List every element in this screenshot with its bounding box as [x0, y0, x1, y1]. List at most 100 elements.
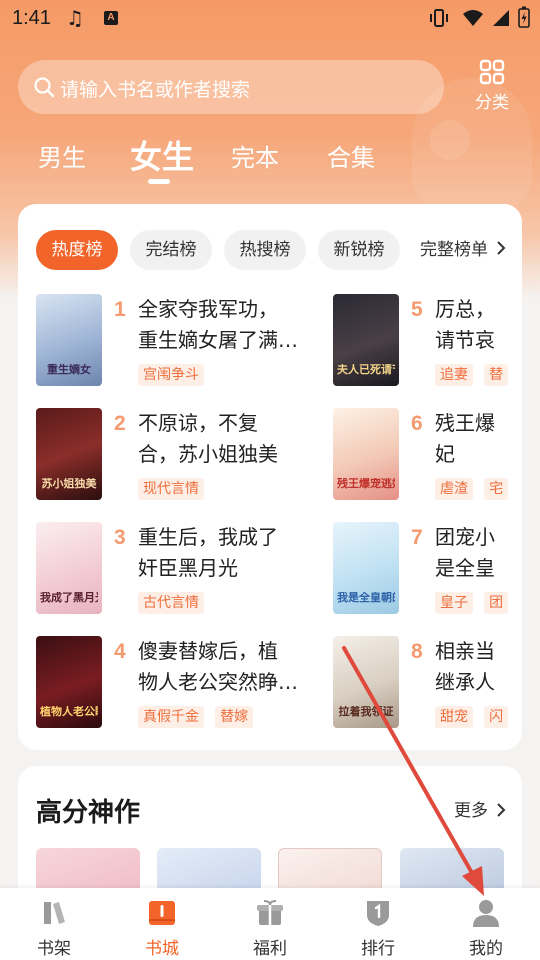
tab-indicator [148, 179, 170, 184]
rank-number: 3 [114, 526, 126, 549]
book-tag: 真假千金 [138, 706, 204, 728]
book-tag: 替嫁 [215, 706, 254, 728]
chip-completed-ranking[interactable]: 完结榜 [130, 230, 212, 270]
wifi-icon [463, 10, 483, 26]
search-placeholder: 请输入书名或作者搜索 [60, 79, 251, 101]
tab-collections[interactable]: 合集 [327, 138, 375, 173]
book-title: 不原谅，不复 合，苏小姐独美 [138, 411, 278, 466]
book-cover: 残王爆宠逃妃 [333, 408, 399, 500]
book-item[interactable]: 苏小姐独美 2 不原谅，不复 合，苏小姐独美 现代言情 [36, 408, 326, 500]
rank-number: 4 [114, 640, 126, 663]
book-tags: 真假千金 替嫁 [138, 706, 259, 728]
book-cover: 拉着我领证 [333, 636, 399, 728]
book-tag: 古代言情 [138, 592, 204, 614]
book-tag: 团 [484, 592, 509, 614]
rank-number: 8 [411, 640, 423, 663]
music-note-icon: ♫ [66, 6, 84, 30]
chip-new-ranking[interactable]: 新锐榜 [318, 230, 400, 270]
book-cover: 苏小姐独美 [36, 408, 102, 500]
book-tags: 虐渣 宅 [435, 478, 514, 500]
book-item[interactable]: 我成了黑月光 3 重生后，我成了 奸臣黑月光 古代言情 [36, 522, 326, 614]
book-cover-title: 夫人已死请节哀 [337, 364, 395, 376]
nav-label: 我的 [469, 939, 503, 959]
search-icon [34, 77, 55, 98]
book-cover-title: 重生嫡女 [47, 364, 91, 376]
rank-number: 5 [411, 298, 423, 321]
input-method-icon: A [104, 11, 118, 25]
book-cover: 植物人老公睁开眼 [36, 636, 102, 728]
category-button[interactable]: 分类 [466, 58, 518, 118]
chip-hot-ranking[interactable]: 热度榜 [36, 230, 118, 270]
nav-bookstore[interactable]: 书城 [108, 888, 216, 960]
nav-label: 书架 [37, 939, 71, 959]
book-item[interactable]: 我是全皇朝的宝 7 团宠小 是全皇 皇子 团 [333, 522, 522, 614]
status-bar: 1:41 ♫ A [0, 0, 540, 38]
book-title: 重生后，我成了 奸臣黑月光 [138, 525, 278, 580]
book-tag: 皇子 [435, 592, 473, 614]
rank-number: 6 [411, 412, 423, 435]
book-title: 厉总， 请节哀 [435, 297, 495, 352]
ranking-card: 热度榜 完结榜 热搜榜 新锐榜 完整榜单 重生嫡女 1 全家夺我军功， 重生嫡女… [18, 204, 522, 750]
rank-number: 1 [114, 298, 126, 321]
gift-icon [257, 900, 283, 925]
book-tags: 甜宠 闪 [435, 706, 514, 728]
nav-ranking[interactable]: 排行 [324, 888, 432, 960]
chevron-right-icon [497, 803, 506, 817]
book-tags: 皇子 团 [435, 592, 514, 614]
book-cover-title: 植物人老公睁开眼 [40, 706, 98, 718]
chip-full-ranking[interactable]: 完整榜单 [420, 230, 488, 270]
category-label: 分类 [475, 93, 509, 113]
book-item[interactable]: 拉着我领证 8 相亲当 继承人 甜宠 闪 [333, 636, 522, 728]
book-tags: 宫闱争斗 [138, 364, 210, 386]
nav-bookshelf[interactable]: 书架 [0, 888, 108, 960]
book-tags: 古代言情 [138, 592, 210, 614]
book-tags: 追妻 替 [435, 364, 514, 386]
tab-completed[interactable]: 完本 [231, 138, 279, 173]
book-cover: 重生嫡女 [36, 294, 102, 386]
grid-icon [479, 59, 505, 85]
book-tag: 宅 [484, 478, 509, 500]
nav-label: 福利 [253, 939, 287, 959]
rank-number: 2 [114, 412, 126, 435]
search-input[interactable]: 请输入书名或作者搜索 [18, 60, 444, 114]
book-tag: 闪 [484, 706, 509, 728]
bookstore-icon [149, 901, 175, 925]
book-tag: 追妻 [435, 364, 473, 386]
book-item[interactable]: 夫人已死请节哀 5 厉总， 请节哀 追妻 替 [333, 294, 522, 386]
battery-charging-icon [518, 6, 530, 28]
book-item[interactable]: 重生嫡女 1 全家夺我军功， 重生嫡女屠了满… 宫闱争斗 [36, 294, 326, 386]
book-cover-title: 苏小姐独美 [41, 478, 97, 490]
bookshelf-icon [44, 902, 65, 924]
tab-female[interactable]: 女生 [130, 132, 194, 178]
section-title: 高分神作 [36, 798, 141, 828]
book-title: 全家夺我军功， 重生嫡女屠了满… [138, 297, 298, 352]
signal-icon [493, 10, 509, 26]
rank-number: 7 [411, 526, 423, 549]
status-time: 1:41 [12, 7, 51, 29]
book-item[interactable]: 残王爆宠逃妃 6 残王爆 妃 虐渣 宅 [333, 408, 522, 500]
nav-welfare[interactable]: 福利 [216, 888, 324, 960]
more-link[interactable]: 更多 [454, 796, 488, 821]
book-cover: 我成了黑月光 [36, 522, 102, 614]
nav-label: 书城 [145, 939, 179, 959]
book-title: 团宠小 是全皇 [435, 525, 495, 580]
book-cover-title: 我成了黑月光 [40, 592, 98, 604]
book-item[interactable]: 植物人老公睁开眼 4 傻妻替嫁后，植 物人老公突然睁… 真假千金 替嫁 [36, 636, 326, 728]
book-tags: 现代言情 [138, 478, 210, 500]
header-decoration-dot [430, 120, 470, 160]
nav-profile[interactable]: 我的 [432, 888, 540, 960]
nav-label: 排行 [361, 939, 395, 959]
book-tag: 现代言情 [138, 478, 204, 500]
book-cover-title: 残王爆宠逃妃 [337, 478, 395, 490]
chip-search-ranking[interactable]: 热搜榜 [224, 230, 306, 270]
tab-male[interactable]: 男生 [38, 138, 86, 173]
book-tag: 虐渣 [435, 478, 473, 500]
book-cover-title: 拉着我领证 [338, 706, 394, 718]
book-cover-title: 我是全皇朝的宝 [337, 592, 395, 604]
chevron-right-icon [497, 241, 506, 255]
book-title: 傻妻替嫁后，植 物人老公突然睁… [138, 639, 298, 694]
book-tag: 替 [484, 364, 509, 386]
profile-icon [473, 900, 499, 927]
book-cover: 夫人已死请节哀 [333, 294, 399, 386]
ranking-icon [367, 901, 389, 926]
